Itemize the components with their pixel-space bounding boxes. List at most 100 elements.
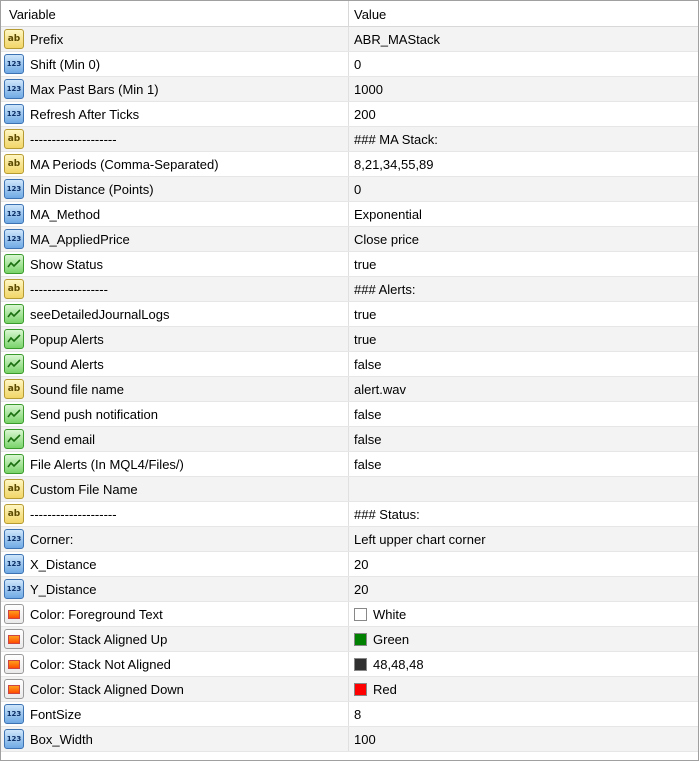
value-cell[interactable]: 0 <box>349 52 698 76</box>
color-swatch[interactable] <box>354 632 367 646</box>
table-row[interactable]: ab ------------------ ### Alerts: <box>1 277 698 302</box>
variable-cell[interactable]: 123 X_Distance <box>1 552 349 576</box>
value-cell[interactable]: alert.wav <box>349 377 698 401</box>
table-row[interactable]: ab -------------------- ### MA Stack: <box>1 127 698 152</box>
table-row[interactable]: 123 MA_AppliedPrice Close price <box>1 227 698 252</box>
color-swatch[interactable] <box>354 657 367 671</box>
table-row[interactable]: 123 Refresh After Ticks 200 <box>1 102 698 127</box>
variable-cell[interactable]: Sound Alerts <box>1 352 349 376</box>
variable-cell[interactable]: Color: Stack Not Aligned <box>1 652 349 676</box>
variable-cell[interactable]: ab Prefix <box>1 27 349 51</box>
value-cell[interactable]: false <box>349 452 698 476</box>
table-row[interactable]: 123 MA_Method Exponential <box>1 202 698 227</box>
variable-cell[interactable]: 123 Corner: <box>1 527 349 551</box>
table-row[interactable]: File Alerts (In MQL4/Files/) false <box>1 452 698 477</box>
variable-cell[interactable]: 123 Refresh After Ticks <box>1 102 349 126</box>
value-cell[interactable]: 48,48,48 <box>349 652 698 676</box>
value-cell[interactable]: true <box>349 302 698 326</box>
variable-cell[interactable]: File Alerts (In MQL4/Files/) <box>1 452 349 476</box>
variable-value: ### MA Stack: <box>354 131 438 147</box>
variable-column-header[interactable]: Variable <box>1 1 349 26</box>
value-cell[interactable]: ### Status: <box>349 502 698 526</box>
boolean-type-icon <box>4 254 24 274</box>
value-cell[interactable]: Green <box>349 627 698 651</box>
value-cell[interactable]: 1000 <box>349 77 698 101</box>
boolean-type-icon <box>4 429 24 449</box>
variable-cell[interactable]: Show Status <box>1 252 349 276</box>
table-row[interactable]: 123 Max Past Bars (Min 1) 1000 <box>1 77 698 102</box>
table-row[interactable]: ab MA Periods (Comma-Separated) 8,21,34,55… <box>1 152 698 177</box>
variable-cell[interactable]: Color: Foreground Text <box>1 602 349 626</box>
table-row[interactable]: 123 Box_Width 100 <box>1 727 698 752</box>
variable-cell[interactable]: 123 MA_Method <box>1 202 349 226</box>
variable-cell[interactable]: 123 FontSize <box>1 702 349 726</box>
table-row[interactable]: ab Custom File Name <box>1 477 698 502</box>
color-swatch[interactable] <box>354 682 367 696</box>
value-cell[interactable]: ### MA Stack: <box>349 127 698 151</box>
value-cell[interactable] <box>349 477 698 501</box>
table-row[interactable]: ab Prefix ABR_MAStack <box>1 27 698 52</box>
table-row[interactable]: ab -------------------- ### Status: <box>1 502 698 527</box>
table-row[interactable]: Send push notification false <box>1 402 698 427</box>
variable-cell[interactable]: ab Custom File Name <box>1 477 349 501</box>
value-cell[interactable]: 100 <box>349 727 698 751</box>
variable-cell[interactable]: Color: Stack Aligned Down <box>1 677 349 701</box>
variable-cell[interactable]: seeDetailedJournalLogs <box>1 302 349 326</box>
table-row[interactable]: Show Status true <box>1 252 698 277</box>
value-cell[interactable]: false <box>349 427 698 451</box>
table-row[interactable]: Color: Foreground Text White <box>1 602 698 627</box>
table-row[interactable]: Color: Stack Aligned Down Red <box>1 677 698 702</box>
value-cell[interactable]: Exponential <box>349 202 698 226</box>
value-cell[interactable]: 20 <box>349 577 698 601</box>
variable-cell[interactable]: Color: Stack Aligned Up <box>1 627 349 651</box>
table-row[interactable]: 123 Shift (Min 0) 0 <box>1 52 698 77</box>
table-row[interactable]: seeDetailedJournalLogs true <box>1 302 698 327</box>
variable-cell[interactable]: 123 Y_Distance <box>1 577 349 601</box>
variable-cell[interactable]: ab -------------------- <box>1 127 349 151</box>
value-column-header[interactable]: Value <box>349 1 698 26</box>
table-row[interactable]: Popup Alerts true <box>1 327 698 352</box>
table-row[interactable]: 123 X_Distance 20 <box>1 552 698 577</box>
variable-name: Y_Distance <box>30 581 97 597</box>
value-cell[interactable]: 200 <box>349 102 698 126</box>
variable-cell[interactable]: 123 Box_Width <box>1 727 349 751</box>
value-cell[interactable]: 20 <box>349 552 698 576</box>
table-row[interactable]: ab Sound file name alert.wav <box>1 377 698 402</box>
variable-name: Color: Stack Aligned Down <box>30 681 184 697</box>
table-row[interactable]: 123 Min Distance (Points) 0 <box>1 177 698 202</box>
table-row[interactable]: Send email false <box>1 427 698 452</box>
value-cell[interactable]: Red <box>349 677 698 701</box>
table-row[interactable]: Color: Stack Not Aligned 48,48,48 <box>1 652 698 677</box>
value-cell[interactable]: 8 <box>349 702 698 726</box>
variable-cell[interactable]: ab Sound file name <box>1 377 349 401</box>
value-cell[interactable]: Left upper chart corner <box>349 527 698 551</box>
variable-cell[interactable]: Send push notification <box>1 402 349 426</box>
variable-cell[interactable]: ab MA Periods (Comma-Separated) <box>1 152 349 176</box>
value-cell[interactable]: ABR_MAStack <box>349 27 698 51</box>
value-cell[interactable]: ### Alerts: <box>349 277 698 301</box>
variable-cell[interactable]: Send email <box>1 427 349 451</box>
value-cell[interactable]: true <box>349 252 698 276</box>
table-row[interactable]: 123 Corner: Left upper chart corner <box>1 527 698 552</box>
value-cell[interactable]: 0 <box>349 177 698 201</box>
value-cell[interactable]: true <box>349 327 698 351</box>
variable-cell[interactable]: ab ------------------ <box>1 277 349 301</box>
value-cell[interactable]: false <box>349 402 698 426</box>
color-swatch[interactable] <box>354 607 367 621</box>
variable-name: Sound file name <box>30 381 124 397</box>
variable-cell[interactable]: 123 Min Distance (Points) <box>1 177 349 201</box>
variable-name: Shift (Min 0) <box>30 56 101 72</box>
value-cell[interactable]: Close price <box>349 227 698 251</box>
variable-cell[interactable]: Popup Alerts <box>1 327 349 351</box>
value-cell[interactable]: White <box>349 602 698 626</box>
table-row[interactable]: 123 Y_Distance 20 <box>1 577 698 602</box>
variable-cell[interactable]: ab -------------------- <box>1 502 349 526</box>
table-row[interactable]: Sound Alerts false <box>1 352 698 377</box>
variable-cell[interactable]: 123 Shift (Min 0) <box>1 52 349 76</box>
variable-cell[interactable]: 123 Max Past Bars (Min 1) <box>1 77 349 101</box>
value-cell[interactable]: false <box>349 352 698 376</box>
variable-cell[interactable]: 123 MA_AppliedPrice <box>1 227 349 251</box>
table-row[interactable]: Color: Stack Aligned Up Green <box>1 627 698 652</box>
value-cell[interactable]: 8,21,34,55,89 <box>349 152 698 176</box>
table-row[interactable]: 123 FontSize 8 <box>1 702 698 727</box>
